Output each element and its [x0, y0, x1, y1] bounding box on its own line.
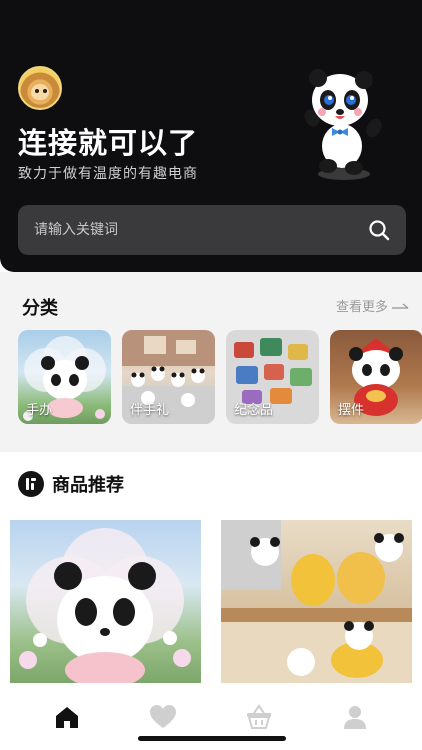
product-card[interactable]	[10, 520, 201, 683]
panda-shelf-figures-image	[221, 520, 412, 683]
category-label: 摆件	[338, 403, 365, 418]
search-bar[interactable]	[18, 205, 406, 255]
category-title: 分类	[22, 298, 58, 319]
category-list: 手办 伴手礼 纪念品 摆件	[18, 330, 422, 424]
category-section: 分类 查看更多 手办 伴手礼 纪念品 摆件	[0, 272, 422, 452]
panda-flower-figure-image	[19, 528, 191, 683]
category-card-souvenir[interactable]: 纪念品	[226, 330, 319, 424]
category-label: 纪念品	[234, 403, 274, 418]
heart-icon[interactable]	[149, 703, 177, 731]
page-subtitle: 致力于做有温度的有趣电商	[18, 166, 198, 182]
header-banner: 连接就可以了 致力于做有温度的有趣电商	[0, 0, 422, 272]
category-label: 伴手礼	[130, 403, 170, 418]
category-card-ornament[interactable]: 摆件	[330, 330, 422, 424]
category-label: 手办	[26, 403, 53, 418]
recommend-header: 商品推荐	[18, 470, 124, 498]
see-more-link[interactable]: 查看更多	[336, 296, 410, 315]
see-more-label: 查看更多	[335, 300, 388, 315]
panda-mascot-illustration	[304, 69, 382, 180]
page-slogan: 连接就可以了	[18, 126, 199, 160]
arrow-right-icon	[392, 302, 409, 309]
user-avatar[interactable]	[18, 66, 62, 110]
profile-icon[interactable]	[341, 703, 369, 731]
category-card-gift[interactable]: 伴手礼	[122, 330, 215, 424]
search-input[interactable]	[34, 219, 354, 241]
home-indicator	[138, 736, 286, 741]
search-icon[interactable]	[368, 219, 390, 241]
recommend-title: 商品推荐	[52, 475, 124, 496]
avatar-eye-right	[43, 89, 47, 93]
category-card-figure[interactable]: 手办	[18, 330, 111, 424]
avatar-eye-left	[35, 89, 39, 93]
home-icon[interactable]	[53, 703, 81, 731]
product-card[interactable]	[221, 520, 412, 683]
recommend-icon	[18, 471, 44, 497]
basket-icon[interactable]	[245, 703, 273, 731]
